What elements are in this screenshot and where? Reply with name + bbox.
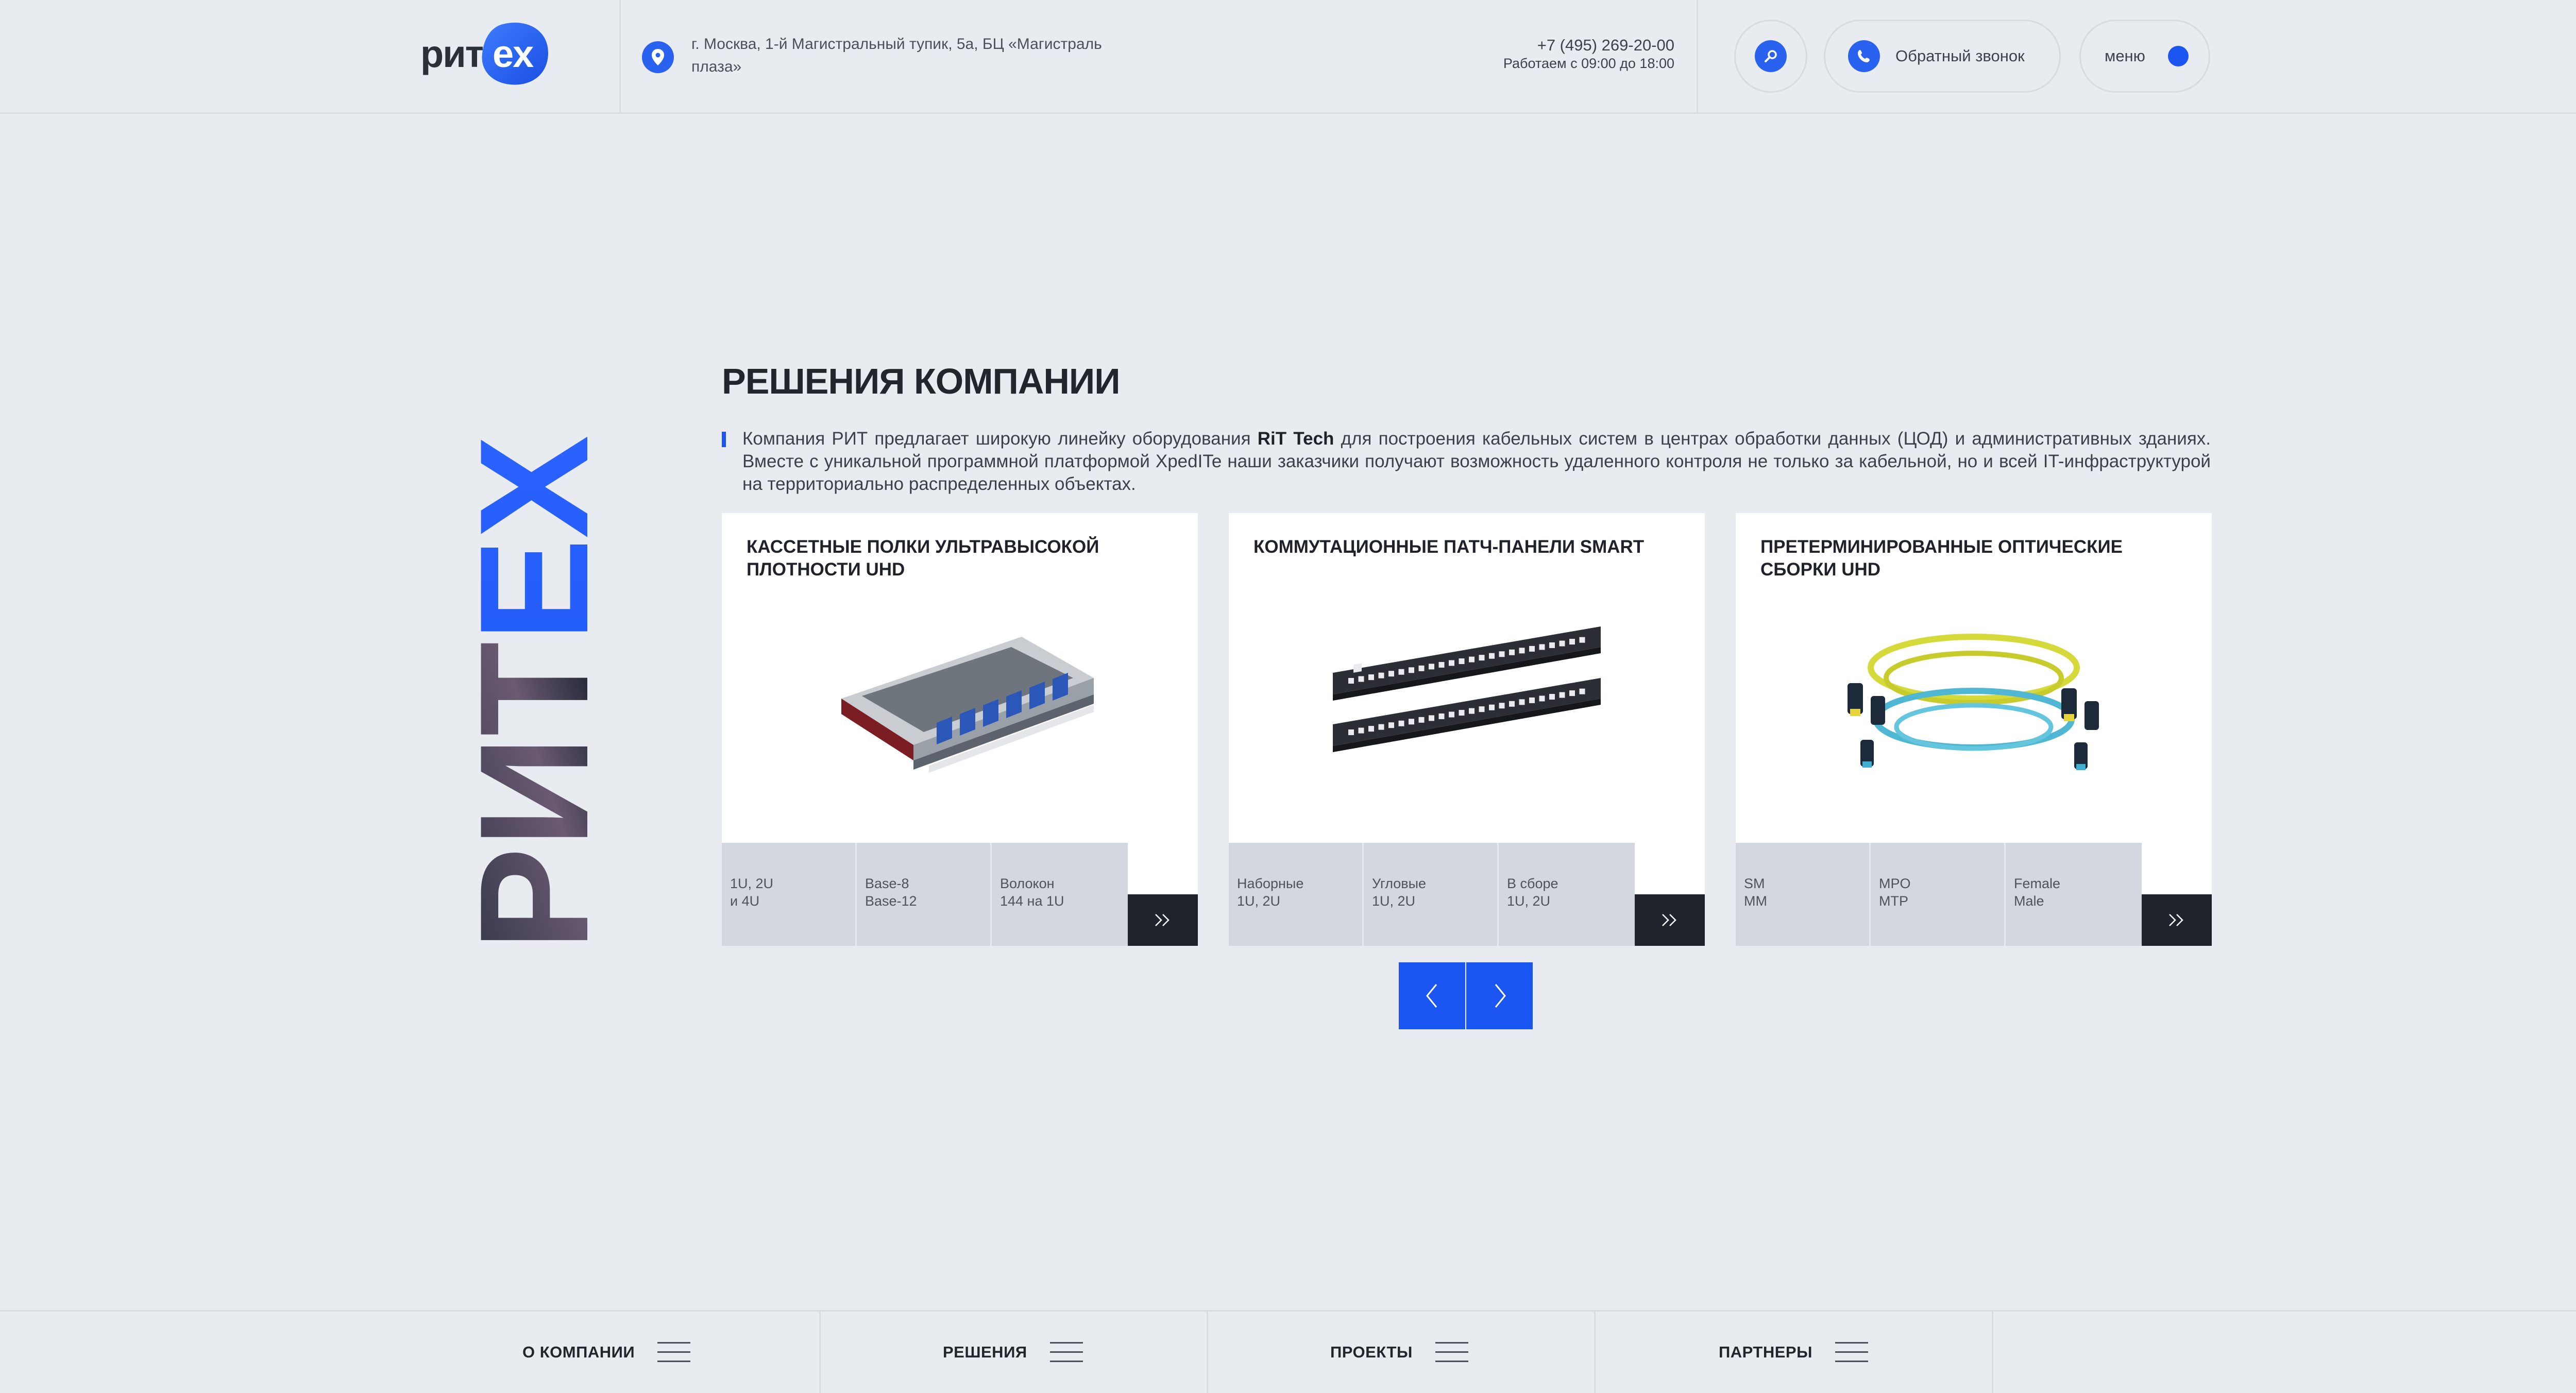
callback-button[interactable]: Обратный звонок bbox=[1824, 20, 2061, 93]
brand-vertical-blue-part: ЕХ bbox=[471, 435, 600, 642]
logo-text-part1: рит bbox=[420, 32, 484, 75]
phone-icon bbox=[1848, 40, 1880, 72]
spec-item: MPO MTP bbox=[1871, 843, 2006, 946]
cassette-shelf-image bbox=[841, 637, 1094, 773]
spec-item: Base-8 Base-12 bbox=[857, 843, 992, 946]
card-title: Претерминированные оптические сборки UHD bbox=[1760, 537, 2123, 580]
brand-vertical-wordmark: РИТЕХ bbox=[471, 435, 600, 950]
solution-card[interactable]: Кассетные полки ультравысокой плотности … bbox=[722, 513, 1198, 946]
solutions-carousel: Кассетные полки ультравысокой плотности … bbox=[722, 513, 2212, 946]
nav-item-solutions[interactable]: РЕШЕНИЯ bbox=[943, 1312, 1083, 1393]
menu-label: меню bbox=[2105, 47, 2145, 65]
bottom-navigation: О КОМПАНИИ РЕШЕНИЯ ПРОЕКТЫ ПАРТНЕРЫ bbox=[0, 1310, 2576, 1393]
nav-divider bbox=[1594, 1312, 1596, 1393]
header-divider bbox=[619, 0, 621, 114]
card-specs: 1U, 2U и 4U Base-8 Base-12 Волокон 144 на 1… bbox=[722, 843, 1128, 946]
spec-item: Угловые 1U, 2U bbox=[1364, 843, 1499, 946]
card-more-button[interactable] bbox=[1635, 894, 1705, 946]
menu-dot-icon bbox=[2167, 46, 2189, 66]
card-specs: SM MM MPO MTP Female Male bbox=[1736, 843, 2142, 946]
intro-brand: RiT Tech bbox=[1257, 429, 1334, 449]
hamburger-icon bbox=[1835, 1342, 1868, 1363]
nav-item-about[interactable]: О КОМПАНИИ bbox=[522, 1312, 691, 1393]
section-intro: Компания РИТ предлагает широкую линейку … bbox=[722, 428, 2211, 496]
double-chevron-right-icon bbox=[2169, 914, 2183, 926]
intro-text-start: Компания РИТ предлагает широкую линейку … bbox=[742, 429, 1258, 449]
double-chevron-right-icon bbox=[1155, 914, 1170, 926]
nav-item-projects[interactable]: ПРОЕКТЫ bbox=[1330, 1312, 1468, 1393]
brand-vertical-dark-part: РИТ bbox=[471, 642, 600, 950]
carousel-prev-button[interactable] bbox=[1399, 962, 1465, 1029]
nav-label: ПРОЕКТЫ bbox=[1330, 1343, 1413, 1361]
nav-divider bbox=[819, 1312, 821, 1393]
search-button[interactable] bbox=[1734, 20, 1807, 93]
nav-divider bbox=[1992, 1312, 1993, 1393]
section-title: РЕШЕНИЯ КОМПАНИИ bbox=[722, 361, 1121, 401]
working-hours: Работаем с 09:00 до 18:00 bbox=[1503, 56, 1674, 71]
carousel-controls bbox=[1399, 962, 1533, 1029]
logo[interactable]: рит ex bbox=[420, 22, 549, 89]
card-more-button[interactable] bbox=[1128, 894, 1198, 946]
logo-text-part2: ex bbox=[493, 32, 534, 75]
card-title: Кассетные полки ультравысокой плотности … bbox=[747, 537, 1099, 580]
hamburger-icon bbox=[657, 1342, 691, 1363]
card-title: Коммутационные патч-панели SMART bbox=[1253, 537, 1645, 557]
header-divider bbox=[1697, 0, 1698, 114]
search-icon bbox=[1755, 40, 1787, 72]
callback-label: Обратный звонок bbox=[1895, 47, 2025, 65]
chevron-right-icon bbox=[1495, 984, 1506, 1008]
spec-item: 1U, 2U и 4U bbox=[722, 843, 857, 946]
location-pin-icon bbox=[642, 41, 674, 73]
site-header: рит ex г. Москва, 1-й Магистральный тупи… bbox=[0, 0, 2576, 114]
spec-item: В сборе 1U, 2U bbox=[1507, 876, 1558, 909]
brand-vertical-text: РИТЕХ bbox=[471, 435, 600, 950]
nav-label: О КОМПАНИИ bbox=[522, 1343, 635, 1361]
solution-card[interactable]: Коммутационные патч-панели SMART Наборны… bbox=[1229, 513, 1705, 946]
carousel-next-button[interactable] bbox=[1466, 962, 1533, 1029]
patch-panel-image bbox=[1333, 626, 1601, 752]
card-specs: Наборные 1U, 2U Угловые 1U, 2U В сборе 1U, … bbox=[1229, 843, 1635, 946]
spec-item: Волокон 144 на 1U bbox=[1000, 876, 1064, 909]
brand-vertical-svg: РИТЕХ bbox=[471, 435, 600, 950]
hamburger-icon bbox=[1049, 1342, 1083, 1363]
double-chevron-right-icon bbox=[1662, 914, 1676, 926]
optical-assembly-image bbox=[1848, 634, 2099, 770]
nav-divider bbox=[1207, 1312, 1208, 1393]
spec-item: Female Male bbox=[2014, 876, 2061, 909]
solution-card[interactable]: Претерминированные оптические сборки UHD bbox=[1736, 513, 2212, 946]
spec-item: SM MM bbox=[1736, 843, 1871, 946]
nav-item-partners[interactable]: ПАРТНЕРЫ bbox=[1719, 1312, 1868, 1393]
menu-button[interactable]: меню bbox=[2079, 20, 2210, 93]
card-more-button[interactable] bbox=[2142, 894, 2212, 946]
nav-label: ПАРТНЕРЫ bbox=[1719, 1343, 1812, 1361]
spec-item: Наборные 1U, 2U bbox=[1229, 843, 1364, 946]
chevron-left-icon bbox=[1426, 984, 1437, 1008]
address-text: г. Москва, 1-й Магистральный тупик, 5а, … bbox=[691, 36, 1102, 75]
nav-label: РЕШЕНИЯ bbox=[943, 1343, 1027, 1361]
hamburger-icon bbox=[1435, 1342, 1468, 1363]
phone-link[interactable]: +7 (495) 269-20-00 bbox=[1537, 34, 1674, 57]
